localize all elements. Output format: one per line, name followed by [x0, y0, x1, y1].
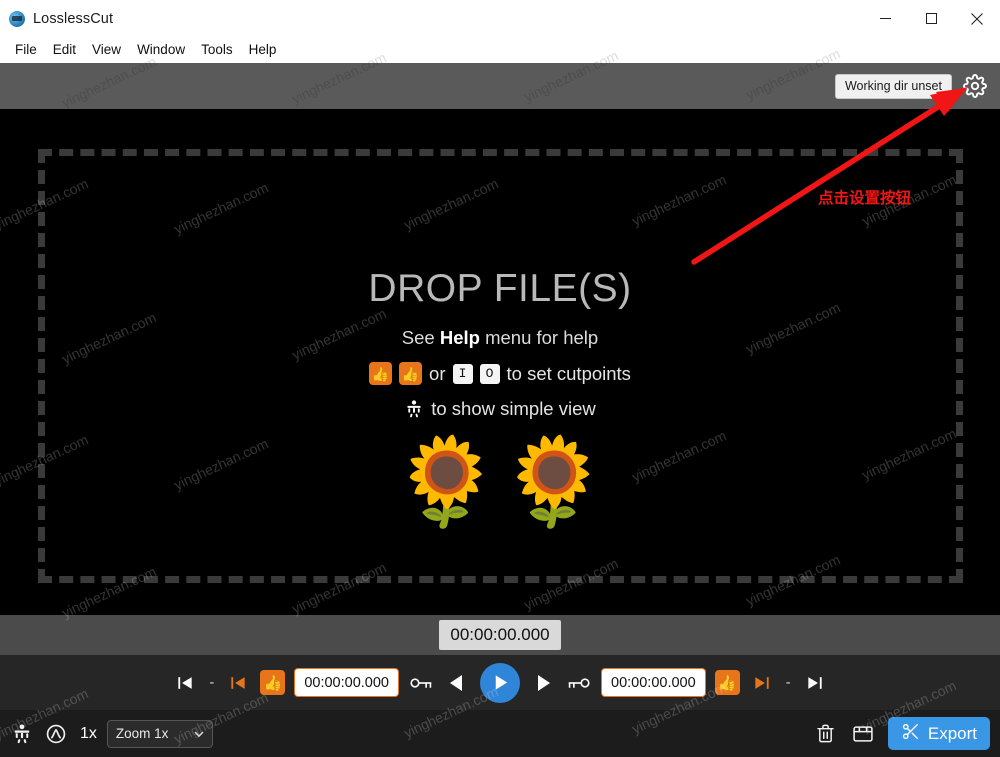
trash-icon[interactable]	[814, 722, 838, 746]
menu-bar: File Edit View Window Tools Help	[0, 37, 1000, 63]
simple-view-hint: to show simple view	[0, 398, 1000, 420]
set-start-cutpoint-icon[interactable]: 👍	[369, 362, 393, 385]
cutpoint-hint: 👍 👍 or I O to set cutpoints	[0, 362, 1000, 385]
menu-view[interactable]: View	[84, 39, 129, 61]
sunflowers-emoji: 🌻🌻	[392, 434, 608, 530]
key-in: I	[452, 363, 473, 384]
jump-to-timeline-start-icon[interactable]	[172, 670, 198, 696]
help-hint-strong: Help	[439, 327, 480, 348]
cut-end-time-input[interactable]: 00:00:00.000	[601, 668, 706, 697]
jump-to-timeline-end-icon[interactable]	[802, 670, 828, 696]
annotation-label: 点击设置按钮	[818, 189, 912, 207]
set-cut-end-icon[interactable]: 👍	[714, 670, 740, 695]
working-dir-button[interactable]: Working dir unset	[834, 73, 952, 99]
toggle-simple-view-icon[interactable]	[10, 722, 34, 746]
transport-separator-left: -	[209, 674, 215, 691]
toggle-simple-view-icon[interactable]	[404, 399, 424, 419]
bottom-bar-actions: Export	[814, 717, 990, 750]
menu-window[interactable]: Window	[129, 39, 193, 61]
gear-icon[interactable]	[962, 73, 988, 99]
menu-tools[interactable]: Tools	[193, 39, 241, 61]
minimize-icon[interactable]	[862, 0, 908, 37]
window-title: LosslessCut	[33, 10, 114, 27]
drop-title: DROP FILE(S)	[368, 267, 632, 310]
maximize-icon[interactable]	[908, 0, 954, 37]
playback-rate-label: 1x	[80, 724, 97, 742]
title-bar: LosslessCut	[0, 0, 1000, 37]
timeline-strip[interactable]: 00:00:00.000	[0, 615, 1000, 655]
losslesscut-window: LosslessCut File Edit View Window Tools …	[0, 0, 1000, 757]
segment-duration-icon[interactable]	[408, 670, 434, 696]
export-button-label: Export	[927, 723, 977, 743]
menu-file[interactable]: File	[7, 39, 45, 61]
close-icon[interactable]	[954, 0, 1000, 37]
transport-controls: - 👍 00:00:00.000 00:00:00.000 👍 -	[0, 655, 1000, 710]
cut-end-key-icon[interactable]	[566, 670, 592, 696]
drop-instructions: DROP FILE(S) See Help menu for help 👍 👍 …	[0, 267, 1000, 420]
scissors-icon	[901, 722, 920, 746]
set-cut-start-icon[interactable]: 👍	[260, 670, 286, 695]
current-timecode: 00:00:00.000	[439, 620, 561, 650]
cutpoint-or-text: or	[429, 362, 446, 384]
window-controls	[862, 0, 1000, 37]
play-icon[interactable]	[480, 662, 520, 703]
menu-help[interactable]: Help	[241, 39, 285, 61]
chevron-down-icon	[194, 726, 204, 741]
help-hint: See Help menu for help	[0, 327, 1000, 349]
zoom-select[interactable]: Zoom 1x	[106, 719, 214, 748]
zoom-select-value: Zoom 1x	[115, 726, 169, 741]
cut-start-time-input[interactable]: 00:00:00.000	[294, 668, 399, 697]
jump-prev-cutpoint-icon[interactable]	[225, 670, 251, 696]
help-hint-prefix: See	[401, 327, 440, 348]
transport-separator-right: -	[785, 674, 791, 691]
key-out: O	[479, 363, 500, 384]
jump-next-cutpoint-icon[interactable]	[749, 670, 775, 696]
menu-edit[interactable]: Edit	[45, 39, 84, 61]
simple-view-text: to show simple view	[431, 398, 596, 419]
export-button[interactable]: Export	[887, 717, 990, 750]
playback-rate-icon[interactable]	[44, 722, 68, 746]
app-logo-icon	[9, 10, 25, 27]
step-forward-icon[interactable]	[531, 670, 557, 696]
cutpoint-tail-text: to set cutpoints	[506, 362, 631, 384]
capture-frame-icon[interactable]	[851, 722, 875, 746]
bottom-bar: 1x Zoom 1x Export	[0, 710, 1000, 757]
step-backward-icon[interactable]	[443, 670, 469, 696]
help-hint-suffix: menu for help	[479, 327, 599, 348]
top-toolbar: Working dir unset	[0, 63, 1000, 109]
video-drop-area[interactable]: DROP FILE(S) See Help menu for help 👍 👍 …	[0, 109, 1000, 615]
set-end-cutpoint-icon[interactable]: 👍	[399, 362, 423, 385]
